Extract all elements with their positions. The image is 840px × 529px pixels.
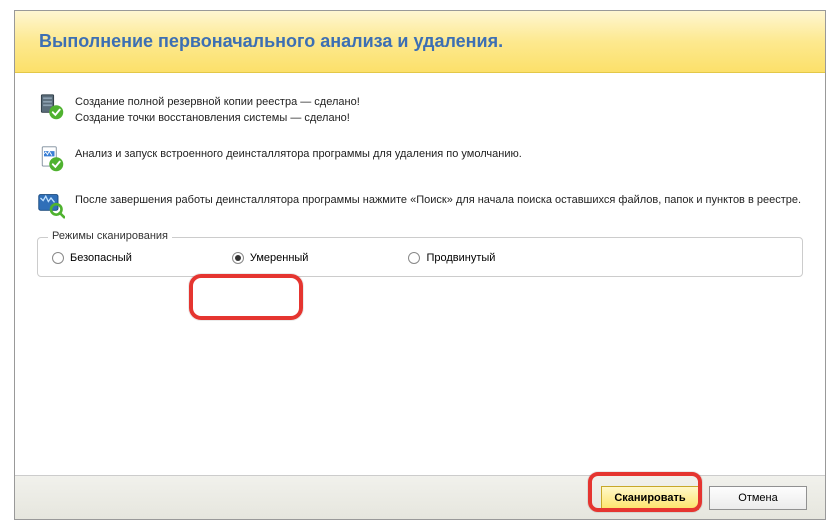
radio-safe-label: Безопасный xyxy=(70,252,132,264)
header-bar: Выполнение первоначального анализа и уда… xyxy=(15,11,825,73)
scan-modes-legend: Режимы сканирования xyxy=(48,230,172,242)
page-title: Выполнение первоначального анализа и уда… xyxy=(39,31,503,52)
scan-modes-radio-group: Безопасный Умеренный Продвинутый xyxy=(52,248,788,264)
document-check-icon xyxy=(37,145,65,173)
search-registry-icon xyxy=(37,191,65,219)
analysis-row: Анализ и запуск встроенного деинсталлято… xyxy=(37,145,803,173)
radio-moderate[interactable]: Умеренный xyxy=(232,252,309,264)
backup-line-1: Создание полной резервной копии реестра … xyxy=(75,95,360,111)
footer-bar: Сканировать Отмена xyxy=(15,475,825,519)
backup-line-2: Создание точки восстановления системы — … xyxy=(75,111,360,127)
scan-modes-fieldset: Режимы сканирования Безопасный Умеренный… xyxy=(37,237,803,277)
radio-safe[interactable]: Безопасный xyxy=(52,252,132,264)
radio-circle-icon xyxy=(52,252,64,264)
radio-advanced-label: Продвинутый xyxy=(426,252,495,264)
radio-circle-selected-icon xyxy=(232,252,244,264)
dialog-window: Выполнение первоначального анализа и уда… xyxy=(14,10,826,520)
after-uninstall-text: После завершения работы деинсталлятора п… xyxy=(75,191,801,209)
radio-circle-icon xyxy=(408,252,420,264)
content-area: Создание полной резервной копии реестра … xyxy=(15,73,825,475)
scan-button[interactable]: Сканировать xyxy=(601,486,699,510)
backup-status-row: Создание полной резервной копии реестра … xyxy=(37,93,803,127)
server-check-icon xyxy=(37,93,65,121)
radio-moderate-label: Умеренный xyxy=(250,252,309,264)
cancel-button[interactable]: Отмена xyxy=(709,486,807,510)
radio-advanced[interactable]: Продвинутый xyxy=(408,252,495,264)
backup-status-text: Создание полной резервной копии реестра … xyxy=(75,93,360,127)
analysis-text: Анализ и запуск встроенного деинсталлято… xyxy=(75,145,522,163)
after-uninstall-row: После завершения работы деинсталлятора п… xyxy=(37,191,803,219)
